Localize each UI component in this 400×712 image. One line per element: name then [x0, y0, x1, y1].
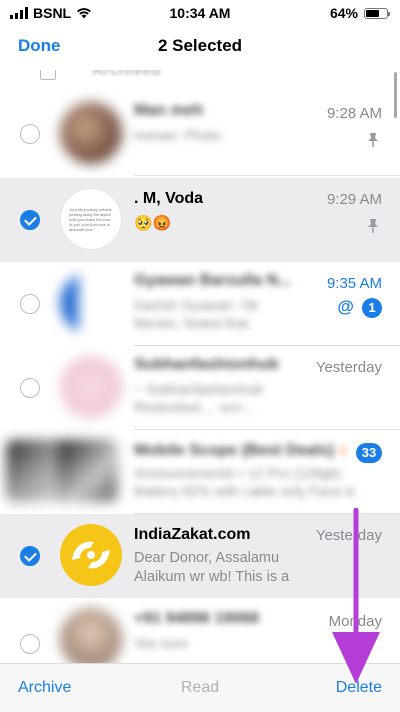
- archived-label: Archived: [92, 70, 161, 79]
- avatar: [60, 608, 122, 663]
- select-checkbox[interactable]: [20, 210, 40, 230]
- chat-preview-line2: Ma'am, Noted that.: [134, 315, 252, 331]
- select-checkbox[interactable]: [20, 294, 40, 314]
- annotation-arrow-icon: [332, 508, 380, 684]
- nav-title: 2 Selected: [157, 36, 243, 55]
- avatar: Your life journey unfolds pealing away t…: [60, 188, 122, 250]
- avatar: [60, 272, 122, 334]
- avatar: [60, 524, 122, 586]
- row-divider: [134, 175, 400, 176]
- avatar: [56, 440, 118, 502]
- select-checkbox[interactable]: [20, 124, 40, 144]
- chat-time: 9:28 AM: [326, 105, 382, 122]
- chat-name: . M, Voda: [134, 190, 204, 207]
- battery-percent: 64%: [329, 5, 358, 21]
- chat-preview: ~ Subhanfashionhub: [134, 381, 263, 397]
- avatar: [60, 356, 122, 418]
- chat-preview: Danish Gyawan: Ok: [134, 297, 259, 313]
- chat-row[interactable]: Man meh manan: Photo 9:28 AM: [0, 92, 400, 176]
- scrollbar[interactable]: [394, 72, 397, 118]
- chat-time: Yesterday: [315, 359, 382, 376]
- chat-row[interactable]: Gyawan Barzulla N... Danish Gyawan: Ok M…: [0, 262, 400, 346]
- battery-icon: [364, 7, 390, 19]
- chat-preview: Announcements • 12 Pro (128gb): [134, 465, 342, 481]
- chat-preview-line2: Battery 82% with cable only Face id o...: [134, 483, 354, 499]
- nav-bar: Done 2 Selected: [0, 26, 400, 70]
- archived-row[interactable]: Archived: [0, 70, 400, 82]
- avatar: [60, 102, 122, 164]
- chat-name: Gyawan Barzulla N...: [134, 272, 292, 289]
- chat-name: Mobile Scope (Best Deals) 🔥: [134, 442, 344, 459]
- chat-name: Subhanfashionhub: [134, 356, 279, 373]
- archive-box-icon: [40, 70, 56, 80]
- chat-preview: Dear Donor, Assalamu: [134, 550, 280, 566]
- chat-name: IndiaZakat.com: [134, 526, 251, 543]
- chat-time: 9:35 AM: [326, 275, 382, 292]
- select-checkbox[interactable]: [20, 378, 40, 398]
- chat-name: +91 94896 19068: [134, 610, 260, 627]
- unread-badge: 1: [362, 298, 382, 318]
- chat-row[interactable]: Subhanfashionhub ~ Subhanfashionhub Rest…: [0, 346, 400, 430]
- chat-preview: Yes sure: [134, 635, 188, 651]
- chat-row[interactable]: Your life journey unfolds pealing away t…: [0, 178, 400, 262]
- chat-preview-line2: Restocked ... scri...: [134, 399, 254, 415]
- chat-preview: 🥺😡: [134, 215, 172, 232]
- chat-row[interactable]: Mobile Scope (Best Deals) 🔥 Announcement…: [0, 430, 400, 514]
- mention-icon: @: [337, 297, 354, 316]
- select-checkbox[interactable]: [20, 634, 40, 654]
- select-checkbox[interactable]: [20, 546, 40, 566]
- chat-name: Man meh: [134, 102, 204, 119]
- pin-icon: [366, 218, 380, 234]
- chat-preview: manan: Photo: [134, 127, 222, 143]
- chat-preview-line2: Alaikum wr wb! This is a: [134, 569, 290, 585]
- status-right: 64%: [329, 5, 390, 21]
- status-bar: BSNL 10:34 AM 64%: [0, 0, 400, 26]
- pin-icon: [366, 132, 380, 148]
- unread-badge: 33: [356, 443, 382, 463]
- chat-time: 9:29 AM: [326, 191, 382, 208]
- helping-hands-icon: [72, 541, 110, 569]
